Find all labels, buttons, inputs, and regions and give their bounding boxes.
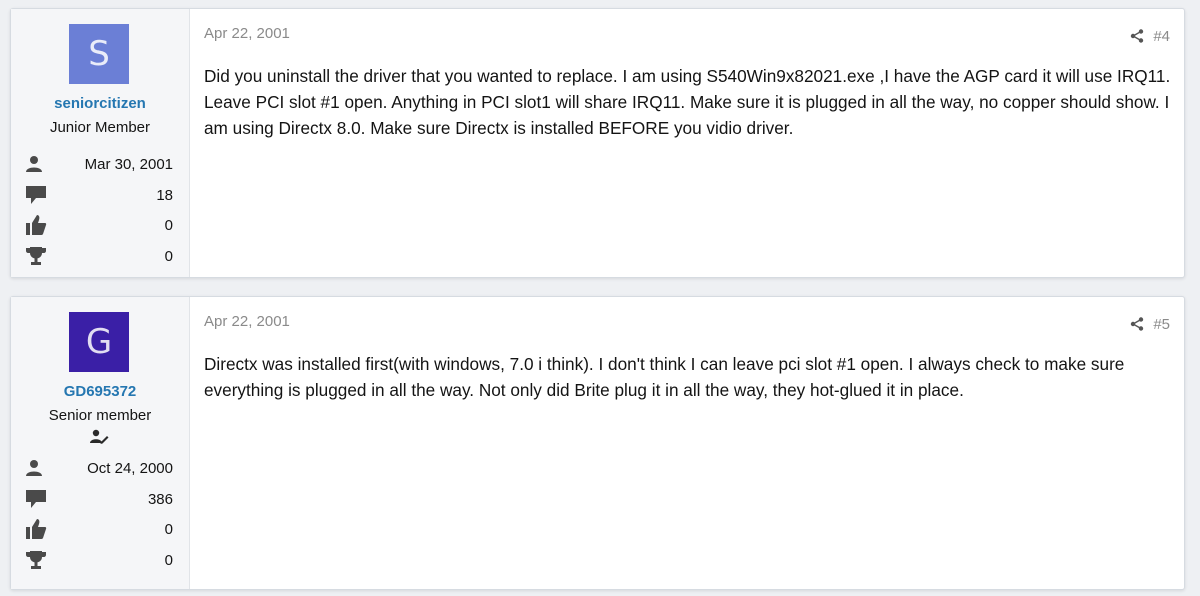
user-pane: S seniorcitizen Junior Member Mar 30, 20… <box>11 9 190 277</box>
post-4: S seniorcitizen Junior Member Mar 30, 20… <box>10 8 1185 278</box>
trophy-icon <box>26 247 46 265</box>
share-icon[interactable] <box>1130 29 1144 43</box>
person-pencil-icon <box>90 429 109 444</box>
avatar[interactable]: G <box>69 312 129 372</box>
share-icon[interactable] <box>1130 317 1144 331</box>
post-date[interactable]: Apr 22, 2001 <box>204 313 290 330</box>
username-link[interactable]: GD695372 <box>11 383 189 400</box>
reaction-score: 0 <box>164 520 173 538</box>
stat-points: 0 <box>25 244 173 268</box>
reaction-score: 0 <box>164 216 173 234</box>
post-date[interactable]: Apr 22, 2001 <box>204 25 290 42</box>
post-body: Did you uninstall the driver that you wa… <box>204 66 1171 138</box>
points-count: 0 <box>164 247 173 265</box>
thumbs-up-icon <box>26 519 47 539</box>
speech-bubble-icon <box>26 490 46 508</box>
username-link[interactable]: seniorcitizen <box>11 95 189 112</box>
message-count: 18 <box>156 186 173 204</box>
stat-joined: Mar 30, 2001 <box>25 152 173 176</box>
person-icon <box>26 460 42 476</box>
thumbs-up-icon <box>26 215 47 235</box>
user-title: Junior Member <box>49 119 151 136</box>
user-pane: G GD695372 Senior member Oct 24, 2000 38… <box>11 297 190 589</box>
speech-bubble-icon <box>26 186 46 204</box>
post-content: Apr 22, 2001 #4 Did you uninstall the dr… <box>190 9 1184 277</box>
post-content: Apr 22, 2001 #5 Directx was installed fi… <box>190 297 1184 589</box>
joined-date: Mar 30, 2001 <box>84 155 173 173</box>
stat-points: 0 <box>25 548 173 572</box>
stat-messages: 18 <box>25 183 173 207</box>
stat-reactions: 0 <box>25 517 173 541</box>
person-icon <box>26 156 42 172</box>
user-title: Senior member <box>48 407 152 424</box>
points-count: 0 <box>164 551 173 569</box>
stat-reactions: 0 <box>25 213 173 237</box>
avatar[interactable]: S <box>69 24 129 84</box>
post-number-link[interactable]: #5 <box>1153 316 1170 333</box>
message-count: 386 <box>147 490 173 508</box>
post-body: Directx was installed first(with windows… <box>204 354 1125 400</box>
joined-date: Oct 24, 2000 <box>87 459 173 477</box>
post-number-link[interactable]: #4 <box>1153 28 1170 45</box>
stat-joined: Oct 24, 2000 <box>25 456 173 480</box>
stat-messages: 386 <box>25 487 173 511</box>
trophy-icon <box>26 551 46 569</box>
post-5: G GD695372 Senior member Oct 24, 2000 38… <box>10 296 1185 590</box>
